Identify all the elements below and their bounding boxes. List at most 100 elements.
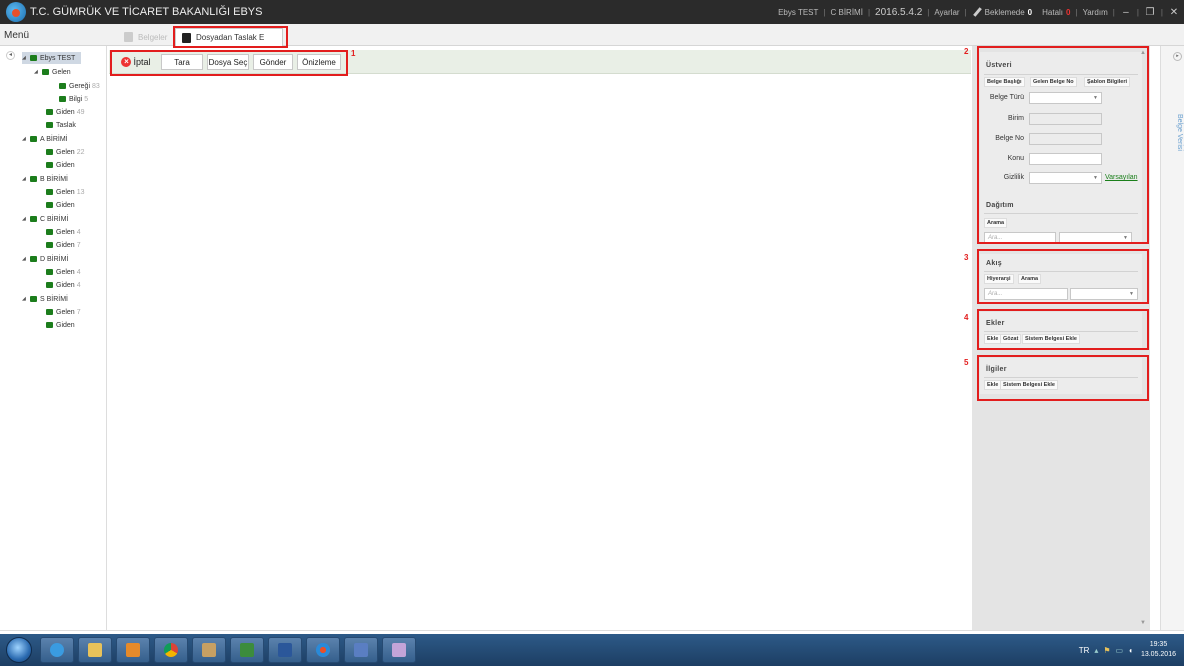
tree-item-root[interactable]: ◢ Ebys TEST [22, 52, 82, 64]
tree-item-giden[interactable]: Giden [46, 159, 77, 171]
settings-link[interactable]: Ayarlar [934, 8, 959, 17]
errors-label[interactable]: Hatalı [1042, 8, 1063, 17]
pen-icon [972, 7, 982, 17]
expand-icon[interactable]: ◢ [22, 136, 28, 142]
document-data-tab[interactable]: Belge Verisi [1176, 114, 1183, 151]
folder-icon [46, 309, 53, 315]
taskbar-lync[interactable] [230, 637, 264, 663]
taskbar-ie[interactable] [40, 637, 74, 663]
tree-item-gelen[interactable]: ◢ Gelen [34, 66, 73, 78]
tree-label: D BİRİMİ [40, 255, 69, 263]
taskbar-ebys[interactable] [306, 637, 340, 663]
tree-label: A BİRİMİ [40, 135, 68, 143]
app-title: T.C. GÜMRÜK VE TİCARET BAKANLIĞI EBYS [30, 6, 263, 18]
help-link[interactable]: Yardım [1083, 8, 1108, 17]
tree-label: Gelen [52, 68, 71, 76]
tree-item-a-birimi[interactable]: ◢ A BİRİMİ [22, 133, 70, 145]
taskbar-paint[interactable] [382, 637, 416, 663]
expand-icon[interactable]: ◢ [22, 296, 28, 302]
tool-icon [354, 643, 368, 657]
annotation-box-ilgiler [977, 355, 1149, 401]
paint-icon [392, 643, 406, 657]
media-icon [126, 643, 140, 657]
taskbar-explorer[interactable] [78, 637, 112, 663]
expand-icon[interactable]: ◢ [34, 69, 40, 75]
language-indicator[interactable]: TR [1079, 646, 1090, 655]
taskbar-app[interactable] [192, 637, 226, 663]
minimize-icon[interactable]: ‒ [1120, 7, 1132, 18]
tree-item-gelen[interactable]: Gelen 4 [46, 226, 81, 238]
taskbar-word[interactable] [268, 637, 302, 663]
tree-label: Gereği [69, 82, 91, 90]
clock-date: 13.05.2016 [1140, 651, 1176, 658]
annotation-label: 2 [964, 47, 969, 56]
tree-label: Giden [56, 321, 75, 329]
expand-icon[interactable]: ◢ [22, 55, 28, 61]
folder-icon [46, 269, 53, 275]
tree-item-taslak[interactable]: Taslak [46, 119, 78, 131]
tree-label: Gelen [56, 308, 75, 316]
user-name[interactable]: Ebys TEST [778, 8, 818, 17]
tree-item-b-birimi[interactable]: ◢ B BİRİMİ [22, 173, 70, 185]
scroll-down-icon[interactable]: ▼ [1140, 620, 1146, 626]
taskbar-chrome[interactable] [154, 637, 188, 663]
pending-label[interactable]: Beklemede [985, 8, 1025, 17]
menu-label[interactable]: Menü [4, 30, 29, 41]
ebys-icon [316, 643, 330, 657]
unit-name[interactable]: C BİRİMİ [830, 8, 862, 17]
tree-item-c-birimi[interactable]: ◢ C BİRİMİ [22, 213, 70, 225]
start-button[interactable] [6, 637, 32, 663]
tree-item-geregi[interactable]: Gereği 83 [59, 80, 100, 92]
tree-label: Giden [56, 241, 75, 249]
volume-icon[interactable]: ◖ [1128, 646, 1133, 655]
tree-item-giden[interactable]: Giden 4 [46, 279, 81, 291]
tree-item-giden[interactable]: Giden 49 [46, 106, 84, 118]
tab-label: Belgeler [138, 32, 168, 42]
tree-item-gelen[interactable]: Gelen 22 [46, 146, 84, 158]
tree-label: C BİRİMİ [40, 215, 69, 223]
tree-label: S BİRİMİ [40, 295, 69, 303]
expand-right-icon[interactable]: ▸ [1173, 52, 1182, 61]
tree-label: Gelen [56, 188, 75, 196]
folder-icon [59, 83, 66, 89]
tree-count: 83 [92, 82, 100, 90]
titlebar-status: Ebys TEST | C BİRİMİ | 2016.5.4.2 | Ayar… [778, 6, 1180, 18]
annotation-label: 5 [964, 358, 969, 367]
flag-icon[interactable]: ⚑ [1103, 646, 1110, 655]
expand-icon[interactable]: ◢ [22, 176, 28, 182]
tree-count: 4 [76, 228, 81, 236]
folder-icon [46, 122, 53, 128]
tree-item-giden[interactable]: Giden 7 [46, 239, 81, 251]
tree-label: Ebys TEST [40, 54, 76, 62]
clock[interactable]: 19:35 13.05.2016 [1141, 640, 1176, 660]
folder-icon [46, 242, 53, 248]
errors-count: 0 [1066, 7, 1071, 17]
tree-item-gelen[interactable]: Gelen 13 [46, 186, 84, 198]
tree-item-s-birimi[interactable]: ◢ S BİRİMİ [22, 293, 70, 305]
pending-count: 0 [1027, 7, 1033, 17]
tree-label: Taslak [56, 121, 76, 129]
tree-item-giden[interactable]: Giden [46, 319, 77, 331]
taskbar-media[interactable] [116, 637, 150, 663]
tree-count: 13 [76, 188, 85, 196]
close-icon[interactable]: ✕ [1168, 7, 1180, 18]
restore-icon[interactable]: ❐ [1144, 7, 1156, 18]
tree-count: 7 [76, 308, 81, 316]
document-icon [124, 32, 133, 42]
tree-item-gelen[interactable]: Gelen 7 [46, 306, 81, 318]
tab-belgeler[interactable]: Belgeler [118, 28, 173, 46]
tree-item-d-birimi[interactable]: ◢ D BİRİMİ [22, 253, 70, 265]
expand-icon[interactable]: ◢ [22, 256, 28, 262]
annotation-box-akis [977, 249, 1149, 304]
folder-tree: ◂ ◢ Ebys TEST ◢ Gelen Gereği 83 Bilgi 5 Gide… [0, 46, 107, 630]
tree-label: Giden [56, 201, 75, 209]
tree-item-giden[interactable]: Giden [46, 199, 77, 211]
tree-item-gelen[interactable]: Gelen 4 [46, 266, 81, 278]
taskbar-tool[interactable] [344, 637, 378, 663]
collapse-left-icon[interactable]: ◂ [6, 51, 15, 60]
expand-icon[interactable]: ◢ [22, 216, 28, 222]
word-icon [278, 643, 292, 657]
annotation-label: 4 [964, 313, 969, 322]
folder-icon [46, 109, 53, 115]
tree-item-bilgi[interactable]: Bilgi 5 [59, 93, 88, 105]
